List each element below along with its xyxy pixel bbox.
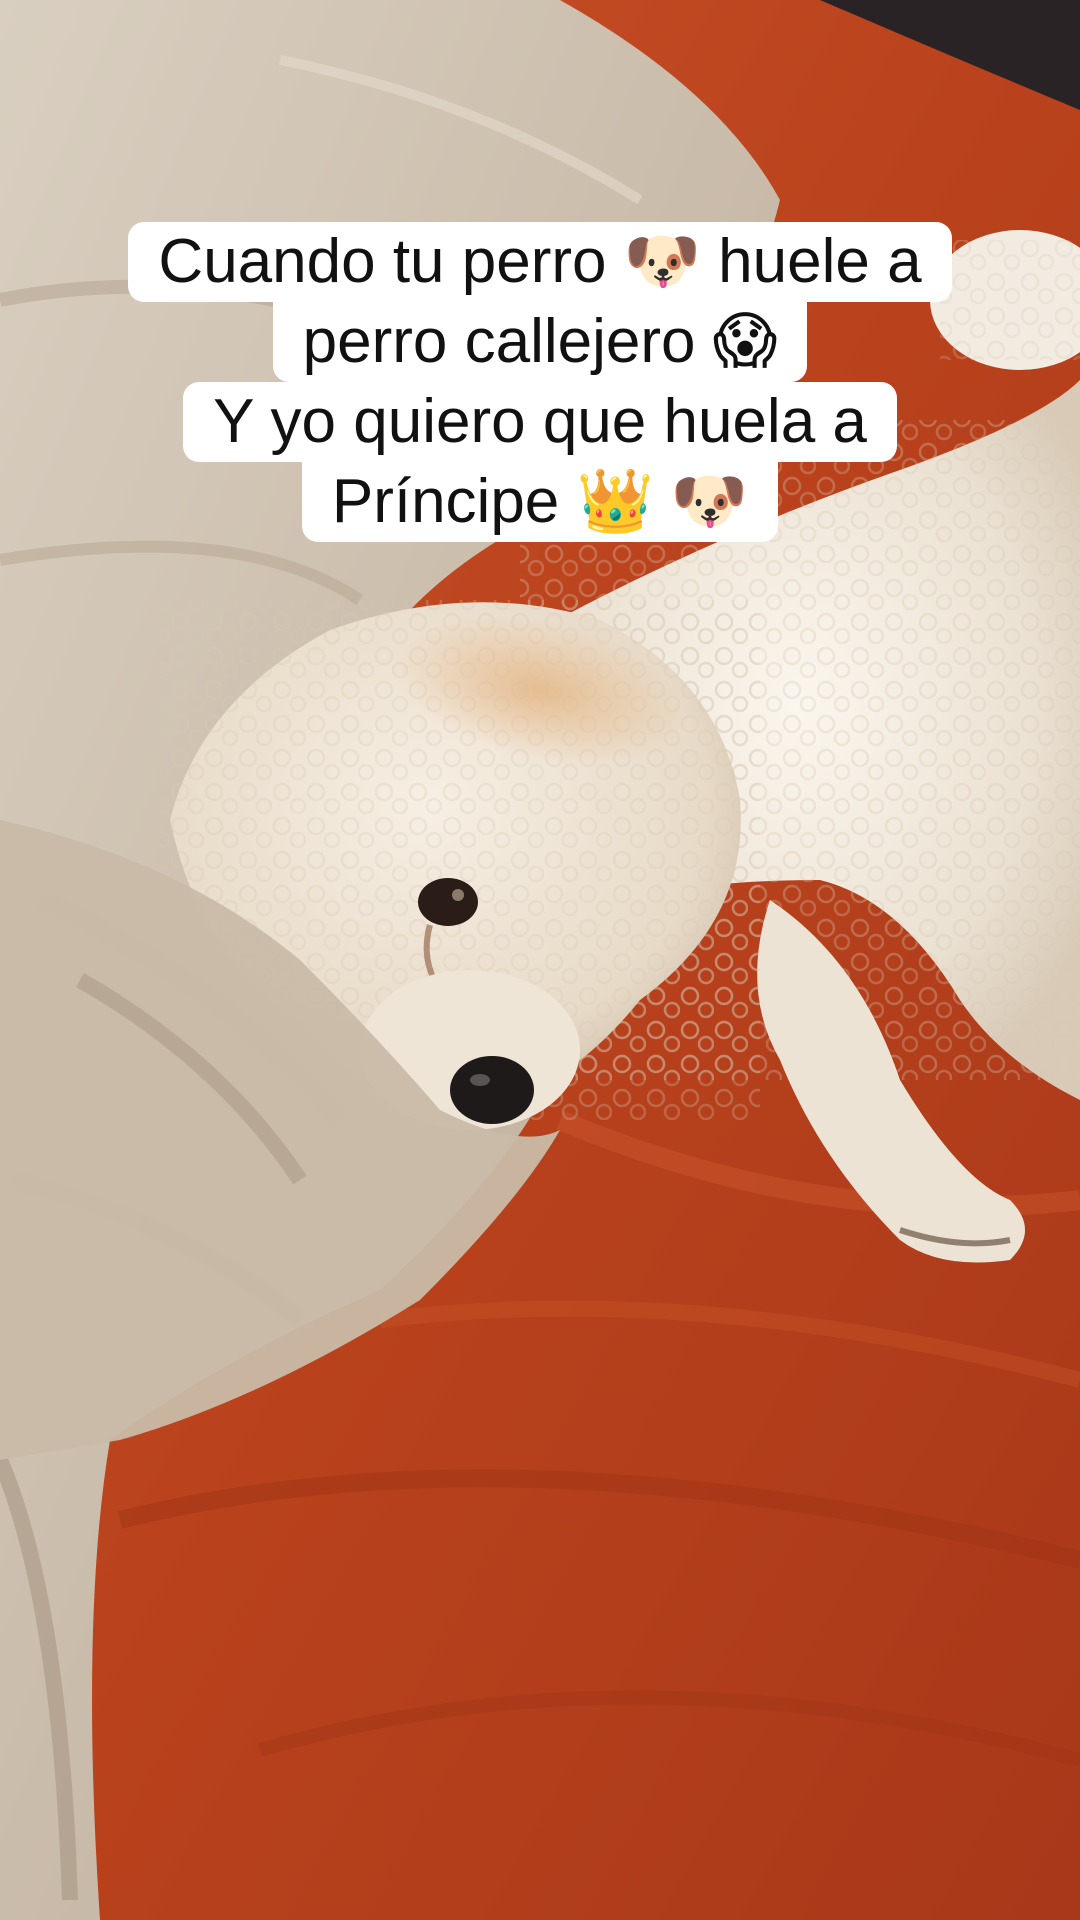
caption-line-1: Cuando tu perro 🐶 huele a [128, 222, 952, 302]
caption-line-4: Príncipe 👑 🐶 [301, 462, 779, 542]
caption-line-2: perro callejero 😱 [272, 302, 808, 382]
caption-overlay: Cuando tu perro 🐶 huele a perro callejer… [0, 222, 1080, 542]
video-frame: Cuando tu perro 🐶 huele a perro callejer… [0, 0, 1080, 1920]
caption-line-3: Y yo quiero que huela a [183, 382, 897, 462]
